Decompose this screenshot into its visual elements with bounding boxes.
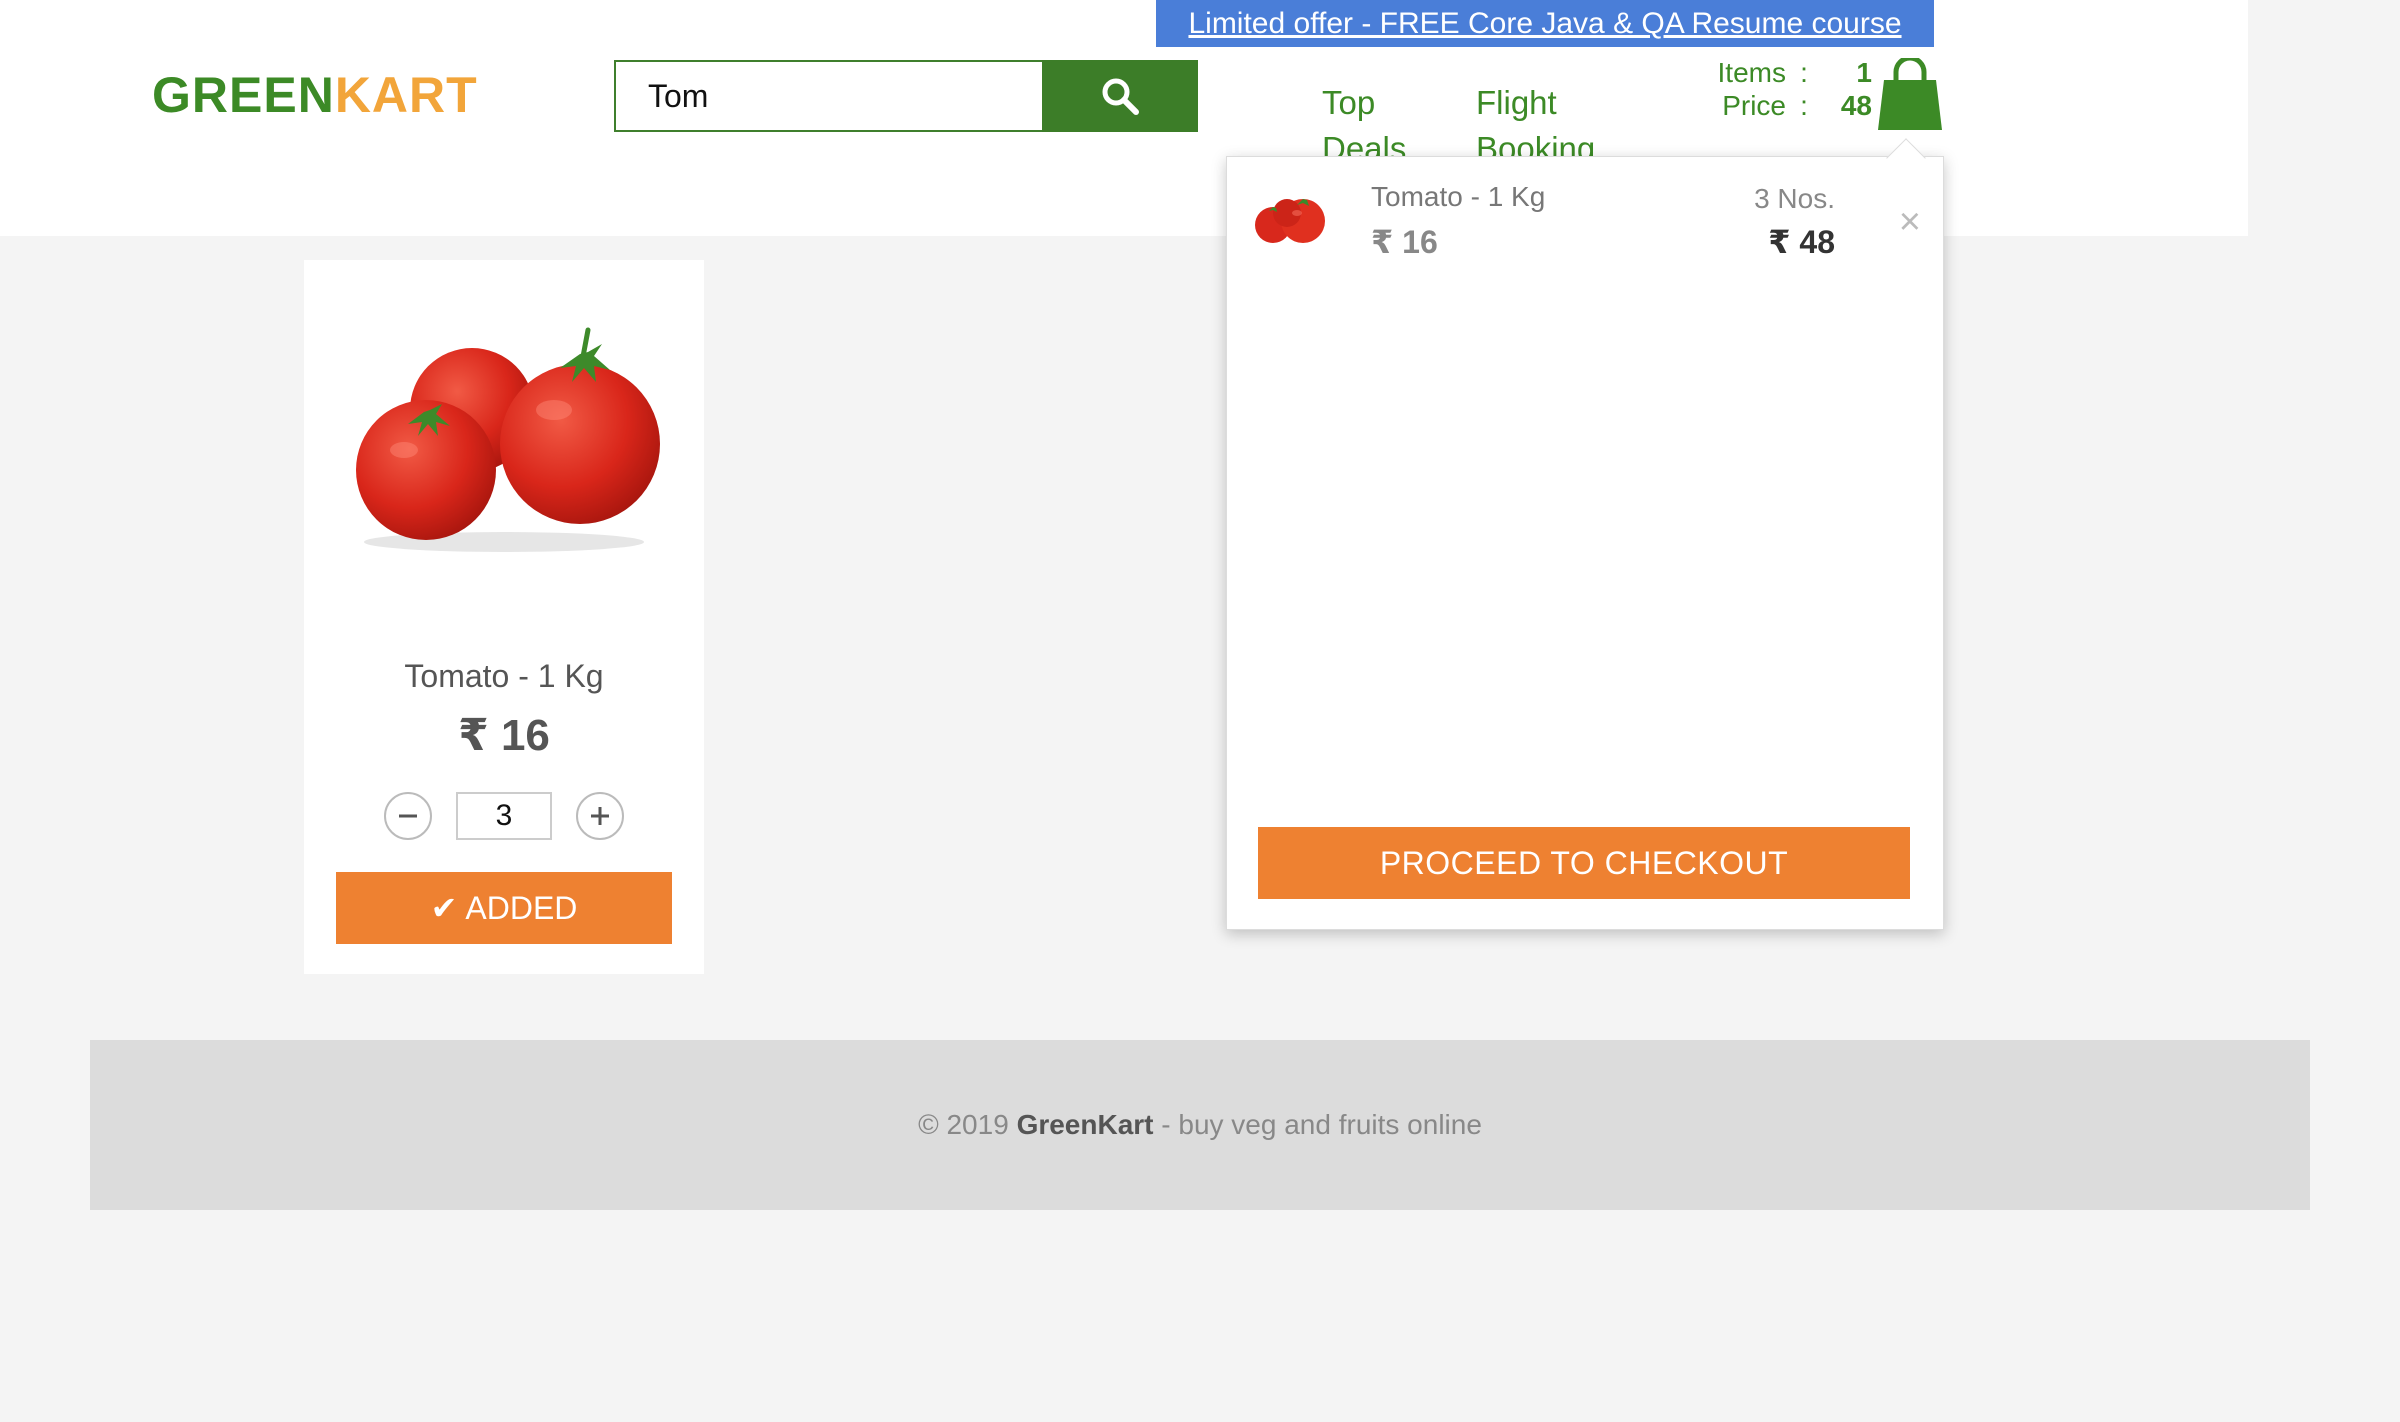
logo-green-text: GREEN <box>152 67 335 123</box>
cart-item-price: ₹ 16 <box>1371 224 1438 260</box>
nav-top-deals-line1: Top <box>1322 84 1376 121</box>
check-icon: ✔ <box>430 890 458 926</box>
cart-price-separator: : <box>1800 90 1808 121</box>
nav-flight-booking-line1: Flight <box>1476 84 1557 121</box>
cart-summary: Items : 1 Price : 48 <box>1690 56 1872 122</box>
search-input[interactable] <box>616 62 1040 130</box>
cart-price-total: 48 <box>1840 90 1872 121</box>
cart-item-quantity: 3 Nos. <box>1754 183 1835 214</box>
plus-icon <box>591 807 609 825</box>
decrement-button[interactable] <box>384 792 432 840</box>
cart-items-count: 1 <box>1856 57 1872 88</box>
footer-prefix: © 2019 <box>918 1109 1017 1140</box>
quantity-input[interactable] <box>456 792 552 840</box>
cart-items-separator: : <box>1800 57 1808 88</box>
minus-icon <box>399 814 417 818</box>
product-image-tomato <box>356 327 660 552</box>
footer-suffix: - buy veg and fruits online <box>1153 1109 1482 1140</box>
cart-item-name: Tomato - 1 Kg <box>1371 181 1546 212</box>
search-button[interactable] <box>1042 60 1198 132</box>
footer: © 2019 GreenKart - buy veg and fruits on… <box>90 1040 2310 1210</box>
footer-text: © 2019 GreenKart - buy veg and fruits on… <box>918 1109 1482 1141</box>
added-label: ADDED <box>465 889 578 926</box>
cart-item-amount: ₹ 48 <box>1768 224 1835 260</box>
cart-bag-icon[interactable] <box>1876 55 1944 132</box>
cart-preview: Tomato - 1 Kg ₹ 16 3 Nos. ₹ 48 × PROCEED… <box>1226 156 1944 930</box>
product-name: Tomato - 1 Kg <box>404 658 604 694</box>
search-bar <box>614 60 1198 132</box>
product-card: Tomato - 1 Kg ₹ 16 ✔ ADDED <box>304 260 704 974</box>
cart-items-label: Items <box>1717 57 1786 88</box>
cart-item-tomato-thumbnail <box>1255 199 1325 243</box>
cart-item-remove-icon[interactable]: × <box>1899 203 1921 241</box>
added-to-cart-button[interactable]: ✔ ADDED <box>336 872 672 944</box>
cart-price-label: Price <box>1722 90 1786 121</box>
product-price: ₹ 16 <box>458 711 550 760</box>
logo-kart-text: KART <box>334 67 478 123</box>
promo-banner: Limited offer - FREE Core Java & QA Resu… <box>1156 0 1934 47</box>
proceed-to-checkout-button[interactable]: PROCEED TO CHECKOUT <box>1258 827 1910 899</box>
increment-button[interactable] <box>576 792 624 840</box>
search-icon <box>1102 78 1139 115</box>
brand-logo[interactable]: GREENKART <box>152 66 478 124</box>
promo-link[interactable]: Limited offer - FREE Core Java & QA Resu… <box>1188 7 1901 41</box>
footer-brand: GreenKart <box>1016 1109 1154 1140</box>
